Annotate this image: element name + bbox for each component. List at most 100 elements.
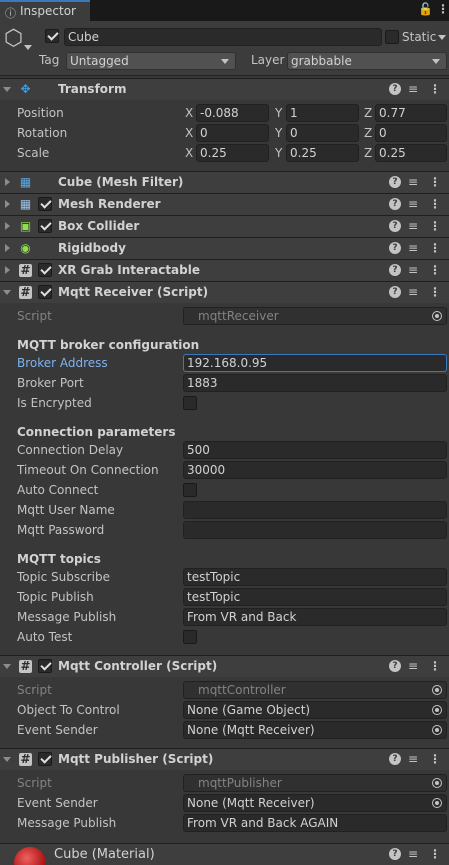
foldout-arrow-icon[interactable] <box>3 87 11 92</box>
topic-publish-input[interactable]: testTopic <box>183 588 447 606</box>
rotation-z-field[interactable]: 0 <box>375 124 447 142</box>
axis-z-label[interactable]: Z <box>364 146 372 160</box>
component-header-mqtt-publisher[interactable]: # Mqtt Publisher (Script) ? ≡ ⋮ <box>0 748 449 770</box>
component-menu-icon[interactable]: ⋮ <box>429 752 441 766</box>
foldout-arrow-icon[interactable] <box>3 757 11 762</box>
tag-dropdown[interactable]: Untagged <box>66 52 236 70</box>
axis-y-label[interactable]: Y <box>275 106 282 120</box>
component-menu-icon[interactable]: ⋮ <box>429 219 441 233</box>
presets-icon[interactable]: ≡ <box>408 197 418 211</box>
presets-icon[interactable]: ≡ <box>408 263 418 277</box>
enabled-checkbox[interactable] <box>38 659 52 673</box>
material-header[interactable]: Cube (Material) ? ≡ ⋮ <box>0 843 449 865</box>
presets-icon[interactable]: ≡ <box>408 82 418 96</box>
help-icon[interactable]: ? <box>389 198 401 210</box>
presets-icon[interactable]: ≡ <box>408 219 418 233</box>
kebab-menu-icon[interactable]: ⋮ <box>437 2 449 16</box>
axis-x-label[interactable]: X <box>185 126 193 140</box>
is-encrypted-checkbox[interactable] <box>183 396 197 410</box>
active-checkbox[interactable] <box>45 29 59 43</box>
mqtt-password-input[interactable] <box>183 521 447 539</box>
foldout-arrow-icon[interactable] <box>5 200 10 208</box>
enabled-checkbox[interactable] <box>38 752 52 766</box>
axis-y-label[interactable]: Y <box>275 126 282 140</box>
broker-address-input[interactable]: 192.168.0.95 <box>183 354 447 372</box>
component-menu-icon[interactable]: ⋮ <box>429 175 441 189</box>
connection-delay-input[interactable]: 500 <box>183 441 447 459</box>
message-publish-input[interactable]: From VR and Back AGAIN <box>183 814 447 832</box>
axis-y-label[interactable]: Y <box>275 146 282 160</box>
foldout-arrow-icon[interactable] <box>5 266 10 274</box>
icon-dropdown-arrow[interactable] <box>24 45 32 50</box>
rotation-y-field[interactable]: 0 <box>286 124 359 142</box>
component-header-mesh-filter[interactable]: ▦ Cube (Mesh Filter) ? ≡ ⋮ <box>0 171 449 193</box>
component-menu-icon[interactable]: ⋮ <box>429 847 441 861</box>
message-publish-input[interactable]: From VR and Back <box>183 608 447 626</box>
event-sender-field[interactable]: None (Mqtt Receiver) <box>183 721 447 739</box>
lock-icon[interactable]: 🔓 <box>418 2 433 16</box>
scale-z-field[interactable]: 0.25 <box>375 144 447 162</box>
mqtt-user-input[interactable] <box>183 501 447 519</box>
scale-y-field[interactable]: 0.25 <box>286 144 359 162</box>
layer-dropdown[interactable]: grabbable <box>287 52 447 70</box>
foldout-arrow-icon[interactable] <box>5 178 10 186</box>
scale-x-field[interactable]: 0.25 <box>196 144 269 162</box>
component-header-mesh-renderer[interactable]: ▦ Mesh Renderer ? ≡ ⋮ <box>0 193 449 215</box>
topic-subscribe-input[interactable]: testTopic <box>183 568 447 586</box>
presets-icon[interactable]: ≡ <box>408 285 418 299</box>
help-icon[interactable]: ? <box>389 242 401 254</box>
component-header-box-collider[interactable]: ▣ Box Collider ? ≡ ⋮ <box>0 215 449 237</box>
component-menu-icon[interactable]: ⋮ <box>429 263 441 277</box>
foldout-arrow-icon[interactable] <box>5 244 10 252</box>
component-header-xr-grab[interactable]: # XR Grab Interactable ? ≡ ⋮ <box>0 259 449 281</box>
presets-icon[interactable]: ≡ <box>408 847 418 861</box>
component-menu-icon[interactable]: ⋮ <box>429 82 441 96</box>
position-z-field[interactable]: 0.77 <box>375 104 447 122</box>
foldout-arrow-icon[interactable] <box>5 222 10 230</box>
axis-x-label[interactable]: X <box>185 146 193 160</box>
foldout-arrow-icon[interactable] <box>3 290 11 295</box>
enabled-checkbox[interactable] <box>38 197 52 211</box>
presets-icon[interactable]: ≡ <box>408 752 418 766</box>
presets-icon[interactable]: ≡ <box>408 659 418 673</box>
component-menu-icon[interactable]: ⋮ <box>429 659 441 673</box>
rotation-x-field[interactable]: 0 <box>196 124 269 142</box>
enabled-checkbox[interactable] <box>38 285 52 299</box>
axis-z-label[interactable]: Z <box>364 106 372 120</box>
object-name-field[interactable]: Cube <box>64 28 382 46</box>
auto-connect-checkbox[interactable] <box>183 483 197 497</box>
help-icon[interactable]: ? <box>389 220 401 232</box>
enabled-checkbox[interactable] <box>38 263 52 277</box>
broker-port-input[interactable]: 1883 <box>183 374 447 392</box>
auto-test-checkbox[interactable] <box>183 630 197 644</box>
event-sender-field[interactable]: None (Mqtt Receiver) <box>183 794 447 812</box>
help-icon[interactable]: ? <box>389 264 401 276</box>
component-header-mqtt-controller[interactable]: # Mqtt Controller (Script) ? ≡ ⋮ <box>0 655 449 677</box>
help-icon[interactable]: ? <box>389 753 401 765</box>
help-icon[interactable]: ? <box>389 848 401 860</box>
help-icon[interactable]: ? <box>389 83 401 95</box>
presets-icon[interactable]: ≡ <box>408 175 418 189</box>
component-header-transform[interactable]: ✥ Transform ? ≡ ⋮ <box>0 78 449 100</box>
timeout-input[interactable]: 30000 <box>183 461 447 479</box>
enabled-checkbox[interactable] <box>38 219 52 233</box>
component-header-rigidbody[interactable]: ◉ Rigidbody ? ≡ ⋮ <box>0 237 449 259</box>
help-icon[interactable]: ? <box>389 176 401 188</box>
script-field: mqttController <box>183 681 447 699</box>
component-menu-icon[interactable]: ⋮ <box>429 285 441 299</box>
static-dropdown-arrow[interactable] <box>438 35 446 40</box>
axis-z-label[interactable]: Z <box>364 126 372 140</box>
component-menu-icon[interactable]: ⋮ <box>429 197 441 211</box>
help-icon[interactable]: ? <box>389 286 401 298</box>
foldout-arrow-icon[interactable] <box>3 664 11 669</box>
component-header-mqtt-receiver[interactable]: # Mqtt Receiver (Script) ? ≡ ⋮ <box>0 281 449 303</box>
position-y-field[interactable]: 1 <box>286 104 359 122</box>
axis-x-label[interactable]: X <box>185 106 193 120</box>
presets-icon[interactable]: ≡ <box>408 241 418 255</box>
tab-inspector[interactable]: ⓘ Inspector <box>0 0 90 21</box>
help-icon[interactable]: ? <box>389 660 401 672</box>
static-checkbox[interactable] <box>385 30 399 44</box>
component-menu-icon[interactable]: ⋮ <box>429 241 441 255</box>
position-x-field[interactable]: -0.088 <box>196 104 269 122</box>
object-to-control-field[interactable]: None (Game Object) <box>183 701 447 719</box>
